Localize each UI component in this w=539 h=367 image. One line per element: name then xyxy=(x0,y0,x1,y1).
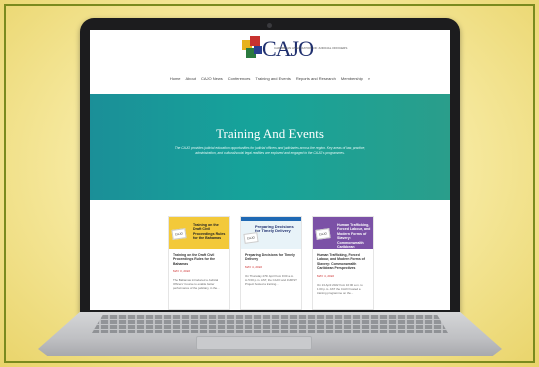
event-card-image[interactable]: CAJO Preparing Decisions for Timely Deli… xyxy=(241,217,301,249)
search-icon[interactable]: ⌕ xyxy=(368,76,370,81)
event-card[interactable]: CAJO Preparing Decisions for Timely Deli… xyxy=(240,216,302,310)
event-card-image[interactable]: CAJO Human Trafficking, Forced Labour, a… xyxy=(313,217,373,253)
logo-thumbnail: CAJO xyxy=(243,232,259,244)
webcam-icon xyxy=(267,23,272,28)
hero-banner: Training And Events The CAJO provides ju… xyxy=(90,94,450,200)
logo-mark-blue xyxy=(254,46,262,54)
laptop-screen: CAJO CARIBBEAN ASSOCIATION OF JUDICIAL O… xyxy=(90,30,450,310)
event-card-date: MAY 3, 2022 xyxy=(173,269,191,274)
nav-item-news[interactable]: CAJO News xyxy=(201,76,223,81)
event-card-excerpt: On Thursday 27th April from 9:00 a.m. to… xyxy=(245,273,297,286)
event-card-body: Training on the Draft Civil Proceedings … xyxy=(169,249,229,294)
page-title: Training And Events xyxy=(216,126,324,141)
logo-mark-red xyxy=(250,36,260,46)
event-card[interactable]: CAJO Training on the Draft Civil Proceed… xyxy=(168,216,230,310)
event-card-title[interactable]: Human Trafficking, Forced Labour, and Mo… xyxy=(317,253,369,271)
logo-thumbnail: CAJO xyxy=(171,228,187,240)
event-card-image[interactable]: CAJO Training on the Draft Civil Proceed… xyxy=(169,217,229,249)
event-card-body: Preparing Decisions for Timely Delivery … xyxy=(241,249,301,290)
nav-item-home[interactable]: Home xyxy=(170,76,181,81)
nav-item-reports[interactable]: Reports and Research xyxy=(296,76,336,81)
trackpad xyxy=(196,336,312,350)
event-card-excerpt: The Bahamas introduced a Judicial Office… xyxy=(173,278,220,291)
event-card-title[interactable]: Preparing Decisions for Timely Delivery xyxy=(245,253,297,262)
nav-item-training[interactable]: Training and Events xyxy=(255,76,290,81)
logo-tagline: CARIBBEAN ASSOCIATION OF JUDICIAL OFFICE… xyxy=(274,46,348,50)
event-card-image-text: Preparing Decisions for Timely Delivery xyxy=(255,224,294,234)
laptop-lid: CAJO CARIBBEAN ASSOCIATION OF JUDICIAL O… xyxy=(80,18,460,314)
keyboard-rows xyxy=(92,315,448,333)
event-card-date: MAY 4, 2022 xyxy=(245,264,263,269)
event-card-body: Human Trafficking, Forced Labour, and Mo… xyxy=(313,249,373,299)
site-header: CAJO CARIBBEAN ASSOCIATION OF JUDICIAL O… xyxy=(90,30,450,94)
event-card[interactable]: CAJO Human Trafficking, Forced Labour, a… xyxy=(312,216,374,310)
event-card-title[interactable]: Training on the Draft Civil Proceedings … xyxy=(173,253,225,266)
nav-item-membership[interactable]: Membership xyxy=(341,76,363,81)
nav-item-conferences[interactable]: Conferences xyxy=(228,76,251,81)
nav-item-about[interactable]: About xyxy=(186,76,196,81)
event-card-date: MAY 4, 2022 xyxy=(317,273,335,278)
site-logo[interactable]: CAJO CARIBBEAN ASSOCIATION OF JUDICIAL O… xyxy=(238,36,347,64)
event-card-image-text: Training on the Draft Civil Proceedings … xyxy=(193,223,226,241)
logo-thumbnail: CAJO xyxy=(315,228,331,240)
event-cards: CAJO Training on the Draft Civil Proceed… xyxy=(168,216,374,310)
event-card-excerpt: On 13 April 2022 from 10:00 a.m. to 1:00… xyxy=(317,282,363,295)
hero-description: The CAJO provides judicial education opp… xyxy=(174,146,366,155)
main-nav: Home About CAJO News Conferences Trainin… xyxy=(90,76,450,81)
event-card-image-text: Human Trafficking, Forced Labour, and Mo… xyxy=(337,223,371,254)
